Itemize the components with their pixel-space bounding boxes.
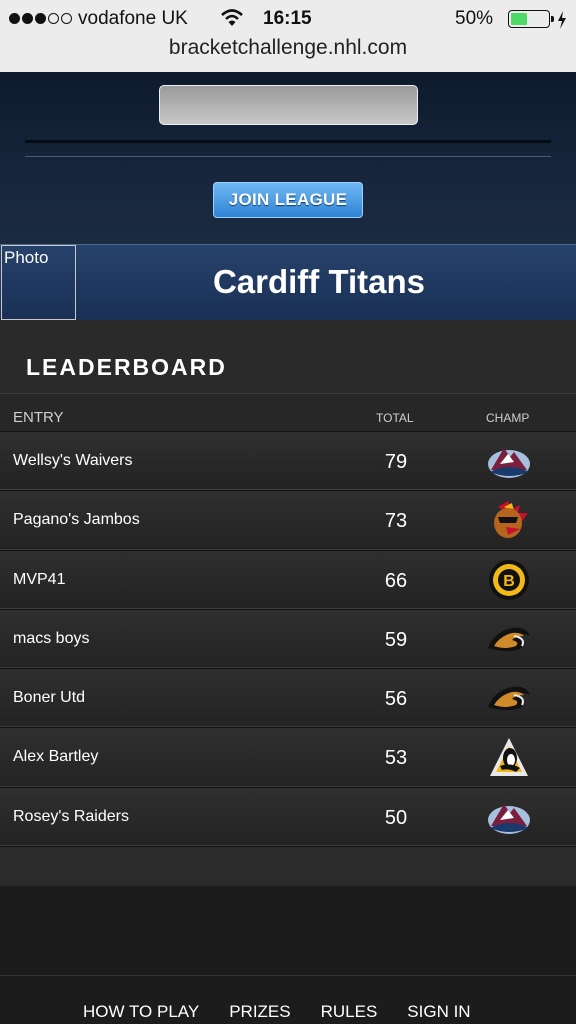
entry-name[interactable]: MVP41 <box>13 571 65 589</box>
carrier-name: vodafone UK <box>78 8 188 29</box>
column-header-entry: ENTRY <box>13 409 64 426</box>
entry-total: 56 <box>384 688 408 711</box>
page-footer: HOW TO PLAY PRIZES RULES SIGN IN <box>0 886 576 1024</box>
team-banner: Photo Cardiff Titans <box>0 244 576 320</box>
entry-total: 73 <box>384 510 408 533</box>
entry-name[interactable]: Boner Utd <box>13 689 85 707</box>
ducks-logo-icon <box>488 686 530 711</box>
table-row[interactable]: Boner Utd 56 <box>0 668 576 728</box>
charging-bolt-icon <box>558 11 566 29</box>
nav-link-sign-in[interactable]: SIGN IN <box>407 1002 470 1022</box>
entry-name[interactable]: Alex Bartley <box>13 748 98 766</box>
entry-name[interactable]: Pagano's Jambos <box>13 511 140 529</box>
leaderboard-footer <box>0 846 576 886</box>
bruins-logo-icon: B <box>489 559 529 600</box>
wifi-icon <box>221 9 243 26</box>
leaderboard-rows: Wellsy's Waivers 79 Pagano's Jambos 73 M… <box>0 431 576 847</box>
svg-text:B: B <box>503 573 515 590</box>
leaderboard-title: LEADERBOARD <box>26 354 227 380</box>
entry-total: 59 <box>384 628 408 651</box>
table-row[interactable]: Rosey's Raiders 50 <box>0 786 576 847</box>
divider <box>0 975 576 976</box>
join-league-button[interactable]: JOIN LEAGUE <box>213 182 363 218</box>
entry-total: 66 <box>384 569 408 592</box>
nav-link-how-to-play[interactable]: HOW TO PLAY <box>83 1002 199 1022</box>
avalanche-logo-icon <box>488 448 530 478</box>
blackhawks-logo-icon <box>494 501 528 539</box>
column-header-champ: CHAMP <box>486 411 530 425</box>
divider <box>25 156 551 157</box>
clock: 16:15 <box>263 8 312 29</box>
leaderboard-header-row: ENTRY TOTAL CHAMP <box>0 393 576 431</box>
nav-link-rules[interactable]: RULES <box>321 1002 378 1022</box>
address-bar-url[interactable]: bracketchallenge.nhl.com <box>0 36 576 60</box>
entry-total: 53 <box>384 747 408 770</box>
entry-name[interactable]: Rosey's Raiders <box>13 808 129 826</box>
ducks-logo-icon <box>488 627 530 651</box>
column-header-total: TOTAL <box>376 411 414 425</box>
divider <box>25 140 551 143</box>
table-row[interactable]: macs boys 59 <box>0 608 576 669</box>
table-row[interactable]: Alex Bartley 53 <box>0 727 576 787</box>
footer-nav: HOW TO PLAY PRIZES RULES SIGN IN <box>83 1002 501 1022</box>
entry-total: 50 <box>384 806 408 829</box>
team-name: Cardiff Titans <box>212 263 426 300</box>
table-row[interactable]: Wellsy's Waivers 79 <box>0 431 576 491</box>
table-row[interactable]: MVP41 66 B <box>0 549 576 609</box>
league-code-input[interactable] <box>159 85 418 125</box>
battery-percentage: 50% <box>455 8 494 29</box>
entry-total: 79 <box>384 451 408 473</box>
entry-name[interactable]: Wellsy's Waivers <box>13 452 133 470</box>
league-header: JOIN LEAGUE <box>0 72 576 244</box>
avalanche-logo-icon <box>488 803 530 834</box>
table-row[interactable]: Pagano's Jambos 73 <box>0 490 576 550</box>
signal-strength-icon <box>9 13 72 24</box>
nav-link-prizes[interactable]: PRIZES <box>229 1002 290 1022</box>
entry-name[interactable]: macs boys <box>13 630 89 648</box>
battery-icon <box>508 10 554 28</box>
team-photo-placeholder: Photo <box>1 245 76 320</box>
leaderboard-panel: LEADERBOARD ENTRY TOTAL CHAMP Wellsy's W… <box>0 320 576 886</box>
status-bar: vodafone UK 16:15 50% bracketchallenge.n… <box>0 0 576 72</box>
penguins-logo-icon <box>490 738 528 777</box>
